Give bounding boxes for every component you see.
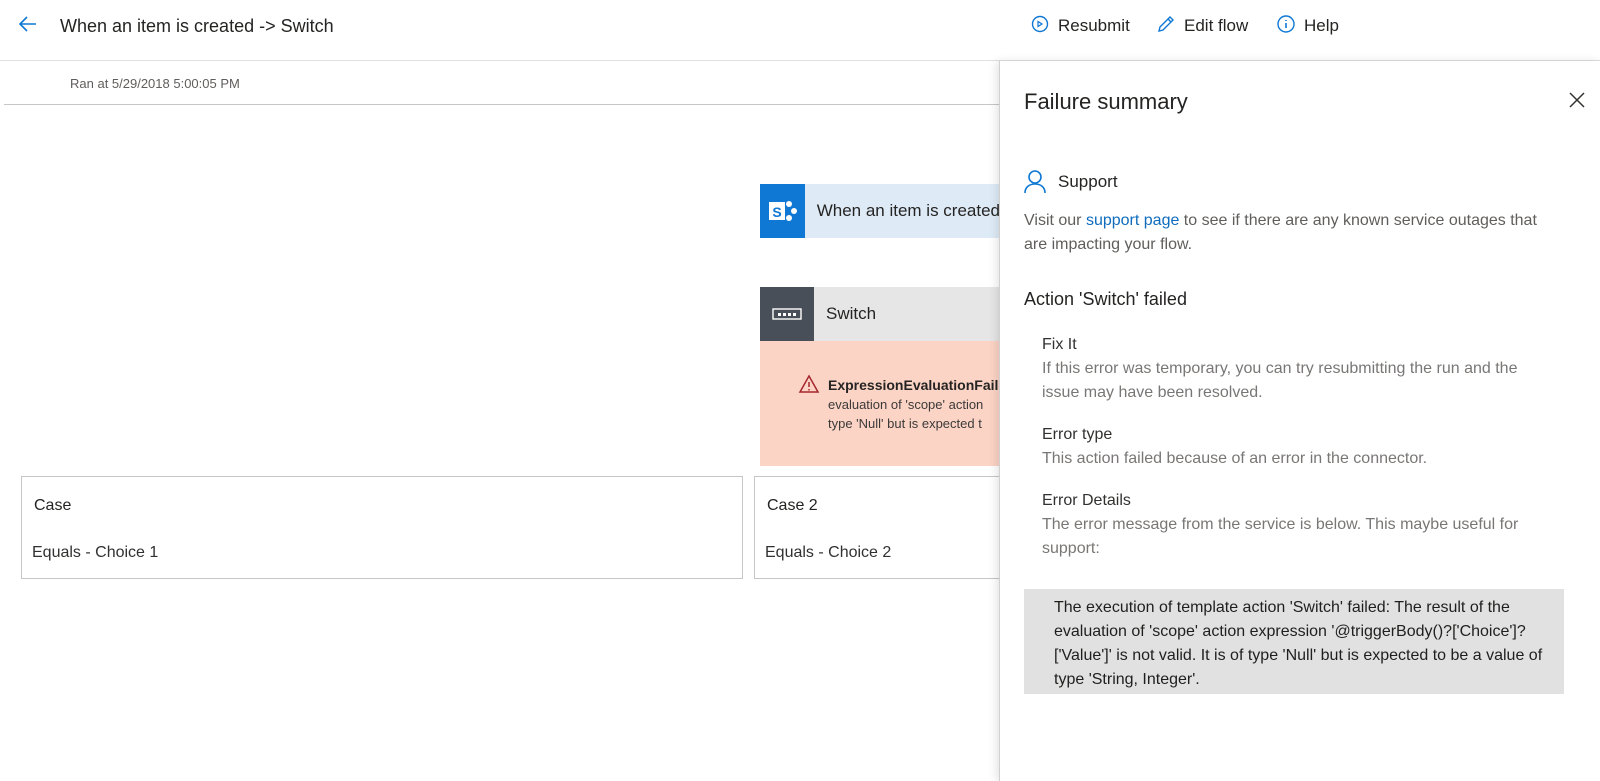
case-condition: Equals - Choice 1 [32,544,159,561]
edit-flow-label: Edit flow [1184,16,1249,35]
switch-icon [760,287,814,341]
error-type-heading: Error type [1042,426,1113,443]
flow-title: When an item is created -> Switch [60,16,334,36]
support-page-link[interactable]: support page [1086,212,1179,229]
case-title: Case [34,497,72,514]
panel-title: Failure summary [1024,89,1188,114]
switch-card[interactable]: Switch [760,287,1000,341]
case-condition: Equals - Choice 2 [765,544,892,561]
case-title: Case 2 [767,497,818,514]
edit-flow-button[interactable]: Edit flow [1156,14,1248,38]
switch-label: Switch [826,304,877,323]
fix-it-text: If this error was temporary, you can try… [1042,360,1518,401]
pencil-icon [1156,14,1176,39]
error-box: ExpressionEvaluationFaile evaluation of … [760,341,1000,466]
failure-summary-panel: Failure summary Support Visit our suppor… [999,61,1600,781]
divider [4,104,1000,105]
trigger-label: When an item is created [816,201,1000,220]
case-card[interactable]: Case Equals - Choice 1 [21,476,743,579]
svg-text:S: S [773,204,782,220]
error-line: type 'Null' but is expected t [828,416,982,431]
back-arrow-icon[interactable] [16,12,40,36]
sharepoint-icon: S [760,184,805,238]
trigger-card[interactable]: S When an item is created [760,184,1000,238]
error-line: evaluation of 'scope' action [828,397,984,412]
resubmit-icon [1030,14,1050,39]
run-timestamp: Ran at 5/29/2018 5:00:05 PM [70,76,240,91]
error-message-box: The execution of template action 'Switch… [1024,589,1564,694]
close-icon[interactable] [1568,91,1586,109]
support-heading: Support [1058,172,1118,191]
help-button[interactable]: Help [1276,14,1339,38]
error-details-heading: Error Details [1042,492,1131,509]
support-text-start: Visit our [1024,212,1086,229]
resubmit-button[interactable]: Resubmit [1030,14,1130,38]
warning-icon [798,374,820,394]
info-icon [1276,14,1296,39]
fix-it-heading: Fix It [1042,336,1077,353]
support-text: Visit our support page to see if there a… [1024,209,1564,257]
error-details-text: The error message from the service is be… [1042,516,1519,557]
error-type-text: This action failed because of an error i… [1042,450,1428,467]
case-card[interactable]: Case 2 Equals - Choice 2 [754,476,1016,579]
action-failed-heading: Action 'Switch' failed [1024,289,1187,309]
person-icon [1022,168,1048,194]
resubmit-label: Resubmit [1058,16,1130,35]
error-title: ExpressionEvaluationFaile [828,377,1000,393]
help-label: Help [1304,16,1339,35]
error-message: The execution of template action 'Switch… [1054,599,1543,688]
